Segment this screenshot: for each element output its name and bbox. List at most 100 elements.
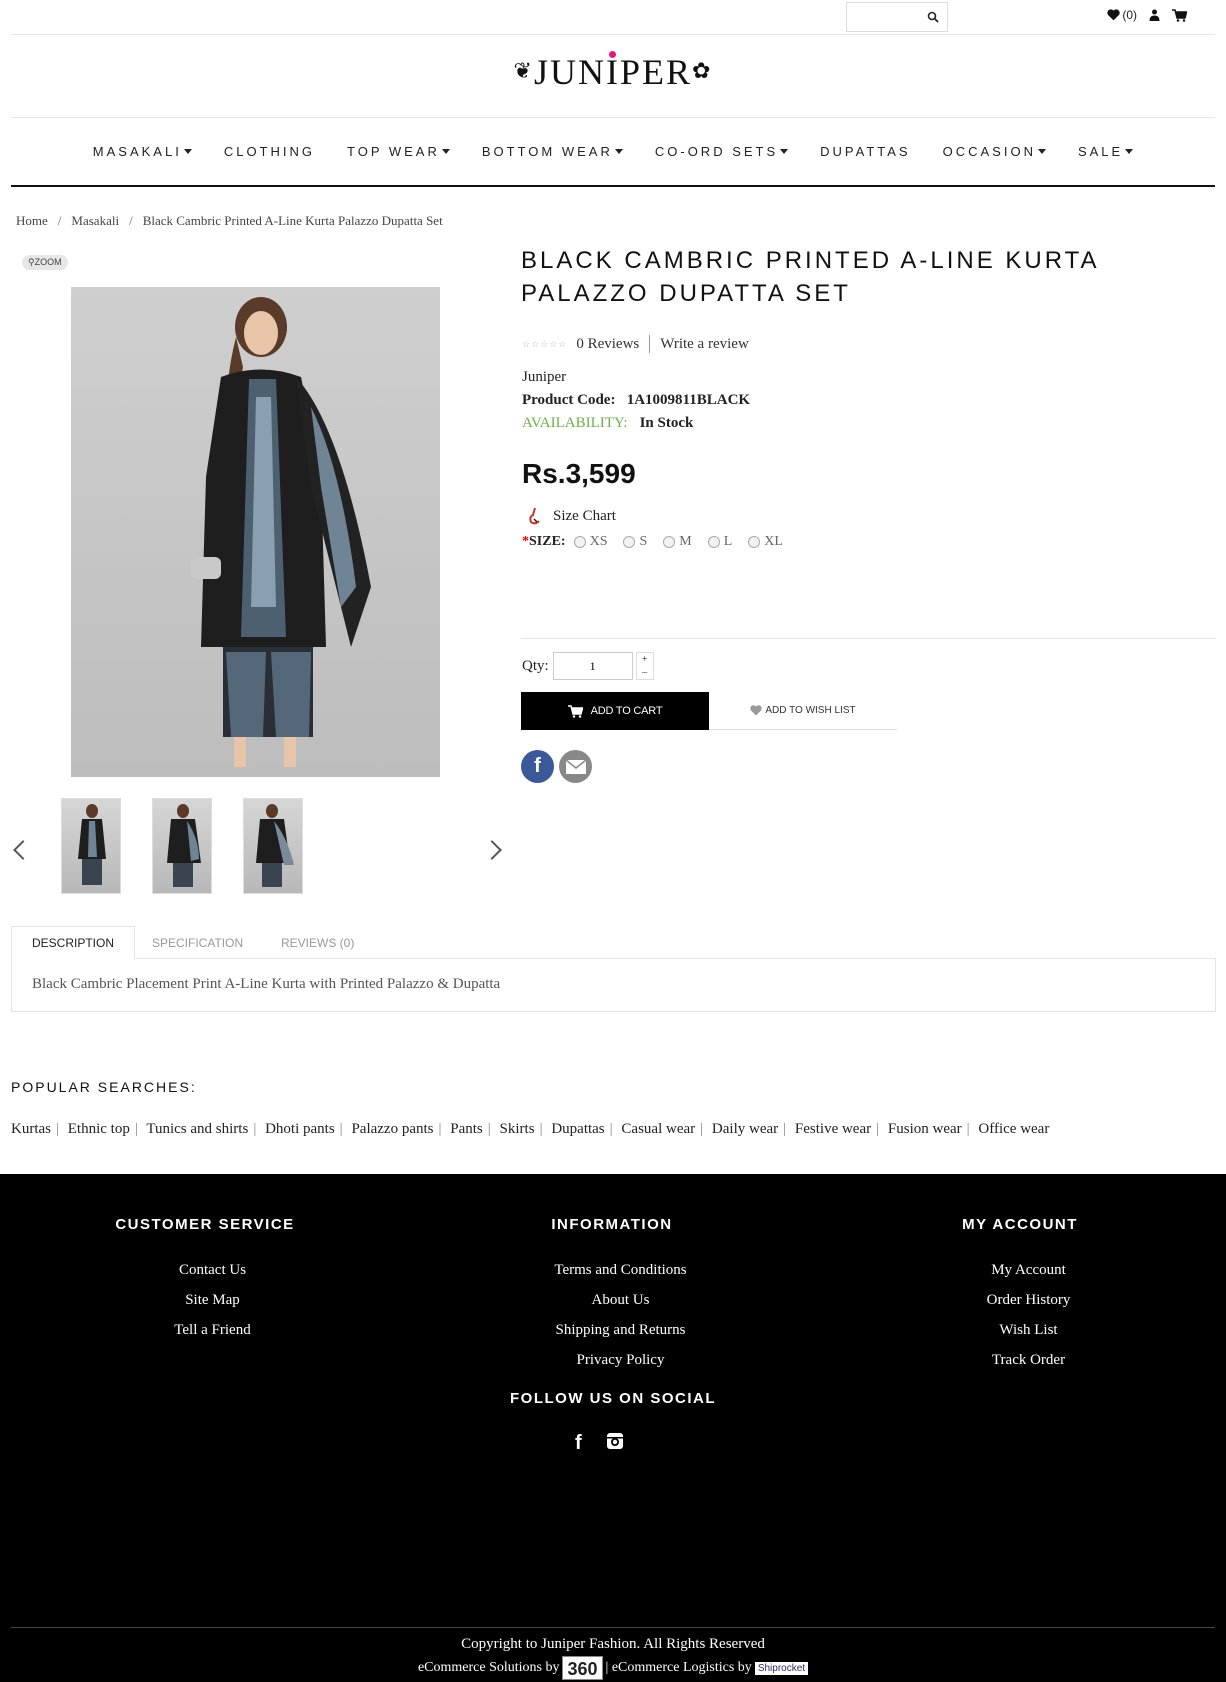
product-price: Rs.3,599 [522, 458, 636, 489]
qty-label: Qty: [522, 657, 549, 674]
size-option-s[interactable]: S [623, 534, 647, 550]
thumbnail-figure [78, 804, 106, 885]
add-to-wishlist-button[interactable]: ADD TO WISH LIST [709, 692, 897, 730]
main-product-image[interactable] [71, 287, 440, 777]
popular-link[interactable]: Casual wear [621, 1121, 695, 1137]
footer-link-site-map[interactable]: Site Map [100, 1285, 310, 1315]
footer-customer-service: CUSTOMER SERVICE Contact Us Site Map Tel… [100, 1216, 310, 1345]
qty-increment-button[interactable]: + [637, 653, 653, 666]
popular-link[interactable]: Office wear [978, 1121, 1049, 1137]
footer-link-contact-us[interactable]: Contact Us [100, 1255, 310, 1285]
radio-button[interactable] [748, 536, 761, 548]
footer-link-tell-a-friend[interactable]: Tell a Friend [100, 1315, 310, 1345]
search-input[interactable] [847, 3, 925, 31]
facebook-share-icon[interactable]: f [521, 750, 554, 783]
footer-link-track-order[interactable]: Track Order [930, 1345, 1110, 1375]
footer-link-shipping[interactable]: Shipping and Returns [512, 1315, 712, 1345]
quantity-stepper[interactable]: + – [635, 652, 654, 680]
breadcrumb-current: Black Cambric Printed A-Line Kurta Palaz… [142, 213, 443, 228]
popular-link[interactable]: Pants [450, 1121, 483, 1137]
size-label: *SIZE: [522, 534, 566, 549]
search-box[interactable] [846, 2, 948, 32]
nav-item-occasion[interactable]: OCCASION [927, 144, 1062, 159]
footer-link-terms[interactable]: Terms and Conditions [512, 1255, 712, 1285]
popular-link[interactable]: Skirts [500, 1121, 535, 1137]
nav-item-masakali[interactable]: MASAKALI [77, 144, 208, 159]
gallery-prev-arrow-icon[interactable] [13, 840, 33, 860]
radio-button[interactable] [573, 536, 586, 548]
description-text: Black Cambric Placement Print A-Line Kur… [32, 976, 501, 992]
zoom-badge[interactable]: ⚲ZOOM [22, 255, 68, 270]
radio-button[interactable] [623, 536, 636, 548]
social-links: f [575, 1432, 624, 1455]
popular-link[interactable]: Tunics and shirts [146, 1121, 248, 1137]
footer-link-about-us[interactable]: About Us [512, 1285, 712, 1315]
logo-dot [608, 51, 616, 58]
size-option-m[interactable]: M [663, 534, 692, 550]
radio-button[interactable] [663, 536, 676, 548]
nav-item-co-ord-sets[interactable]: CO-ORD SETS [639, 144, 804, 159]
popular-link[interactable]: Fusion wear [888, 1121, 962, 1137]
nav-item-clothing[interactable]: CLOTHING [208, 144, 331, 159]
gallery-next-arrow-icon[interactable] [482, 840, 502, 860]
ecommerce-logistics-text: | eCommerce Logistics by [605, 1660, 752, 1675]
shiprocket-logo[interactable]: Shiprocket [754, 1661, 809, 1675]
popular-link[interactable]: Dupattas [551, 1121, 604, 1137]
user-icon[interactable] [1149, 9, 1160, 21]
nav-item-dupattas[interactable]: DUPATTAS [804, 144, 926, 159]
search-icon[interactable] [927, 11, 939, 23]
popular-link[interactable]: Dhoti pants [265, 1121, 335, 1137]
qty-decrement-button[interactable]: – [637, 666, 653, 679]
product-brand[interactable]: Juniper [522, 369, 566, 386]
logo[interactable]: ❦JUNIPER✿ [514, 51, 713, 93]
popular-link[interactable]: Ethnic top [68, 1121, 130, 1137]
thumbnail-2[interactable] [152, 798, 212, 894]
popular-link[interactable]: Palazzo pants [351, 1121, 433, 1137]
nav-item-top-wear[interactable]: TOP WEAR [331, 144, 466, 159]
tab-specification[interactable]: SPECIFICATION [132, 926, 263, 959]
size-option-xs[interactable]: XS [573, 534, 607, 550]
main-nav: MASAKALI CLOTHING TOP WEAR BOTTOM WEAR C… [11, 118, 1215, 187]
footer-heading: CUSTOMER SERVICE [115, 1216, 295, 1233]
shiprocket-360-logo[interactable]: 360 [562, 1656, 603, 1680]
ecommerce-solutions-text: eCommerce Solutions by [417, 1660, 560, 1675]
size-option-xl[interactable]: XL [748, 534, 783, 550]
popular-link[interactable]: Daily wear [712, 1121, 778, 1137]
email-share-icon[interactable] [559, 750, 592, 783]
size-option-l[interactable]: L [707, 534, 732, 550]
thumbnail-1[interactable] [61, 798, 121, 894]
thumbnail-3[interactable] [243, 798, 303, 894]
facebook-icon[interactable]: f [575, 1432, 582, 1455]
add-to-cart-button[interactable]: ADD TO CART [521, 692, 709, 730]
nav-item-bottom-wear[interactable]: BOTTOM WEAR [466, 144, 639, 159]
star-rating-icon: ☆☆☆☆☆ [522, 338, 568, 349]
popular-link[interactable]: Festive wear [795, 1121, 871, 1137]
quantity-input[interactable] [552, 652, 633, 680]
leaf-icon: ❦ [513, 58, 534, 83]
heart-icon [1107, 9, 1121, 21]
size-selector: *SIZE: XS S M L XL [522, 534, 791, 550]
breadcrumb: Home / Masakali / Black Cambric Printed … [16, 213, 443, 229]
cart-icon[interactable] [1172, 8, 1187, 22]
radio-button[interactable] [707, 536, 720, 548]
footer-link-wish-list[interactable]: Wish List [930, 1315, 1110, 1345]
top-bar: (0) [11, 0, 1215, 35]
popular-link[interactable]: Kurtas [11, 1121, 51, 1137]
footer-link-my-account[interactable]: My Account [930, 1255, 1110, 1285]
instagram-icon[interactable] [606, 1432, 624, 1450]
popular-searches-list: Kurtas | Ethnic top | Tunics and shirts | D… [11, 1121, 1050, 1137]
footer-heading: INFORMATION [551, 1216, 673, 1233]
footer-link-privacy[interactable]: Privacy Policy [512, 1345, 712, 1375]
wishlist-link[interactable]: (0) [1107, 8, 1137, 22]
footer-link-order-history[interactable]: Order History [930, 1285, 1110, 1315]
reviews-link[interactable]: 0 Reviews [576, 336, 639, 353]
nav-item-sale[interactable]: SALE [1062, 144, 1149, 159]
size-chart-link[interactable]: Size Chart [527, 507, 616, 525]
tab-description[interactable]: DESCRIPTION [11, 926, 136, 960]
breadcrumb-category[interactable]: Masakali [71, 213, 119, 229]
breadcrumb-home[interactable]: Home [16, 213, 48, 229]
popular-searches-title: POPULAR SEARCHES: [11, 1079, 197, 1095]
zoom-icon: ⚲ [28, 257, 35, 267]
tab-reviews[interactable]: REVIEWS (0) [261, 926, 374, 959]
write-review-link[interactable]: Write a review [660, 336, 749, 353]
